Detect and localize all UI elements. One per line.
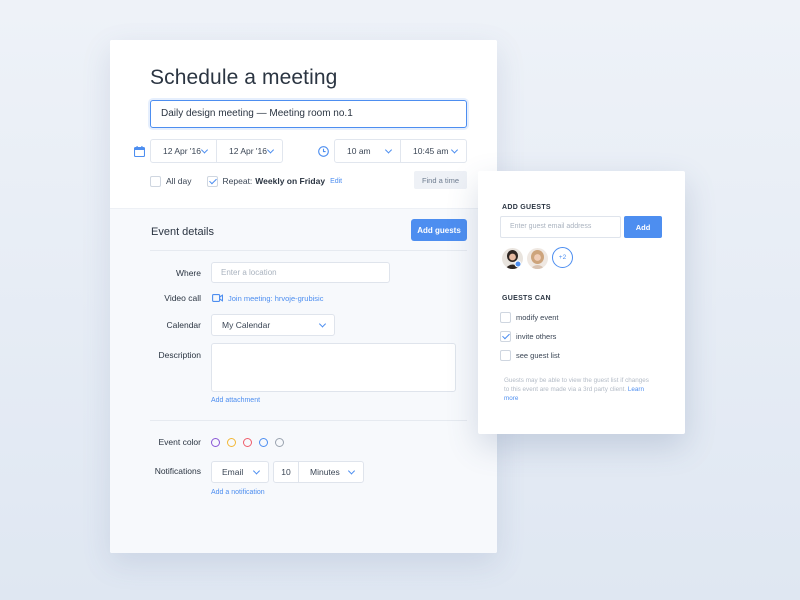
start-date-value: 12 Apr '16 [163, 146, 202, 156]
event-color-label: Event color [158, 437, 201, 447]
chevron-down-icon [252, 467, 261, 475]
video-call-label: Video call [164, 293, 201, 303]
avatar[interactable] [502, 248, 523, 269]
all-day-checkbox[interactable] [150, 175, 161, 187]
repeat-option: Repeat: Weekly on Friday Edit [206, 175, 342, 187]
video-camera-icon [212, 294, 223, 302]
calendar-value: My Calendar [222, 320, 271, 330]
guest-photo-2 [527, 248, 548, 269]
permission-modify-event[interactable]: modify event [500, 312, 559, 323]
description-label: Description [158, 350, 201, 360]
start-time-select[interactable]: 10 am [335, 140, 400, 162]
end-time-select[interactable]: 10:45 am [400, 140, 466, 162]
permission-label: see guest list [516, 351, 560, 360]
event-color-option[interactable] [259, 438, 268, 447]
options-row: All day Repeat: Weekly on Friday Edit [150, 174, 342, 188]
add-guests-heading: ADD GUESTS [502, 204, 551, 211]
notification-type-value: Email [222, 467, 244, 477]
calendar-label: Calendar [166, 320, 202, 330]
event-color-option[interactable] [275, 438, 284, 447]
permission-see-guest-list[interactable]: see guest list [500, 350, 560, 361]
event-color-option[interactable] [243, 438, 252, 447]
invite-others-checkbox[interactable] [500, 331, 511, 342]
find-time-button[interactable]: Find a time [414, 171, 467, 189]
page-title: Schedule a meeting [150, 66, 338, 89]
schedule-meeting-card: Schedule a meeting Daily design meeting … [110, 40, 497, 553]
chevron-down-icon [318, 320, 327, 328]
guests-can-heading: GUESTS CAN [502, 295, 551, 302]
notification-unit-select[interactable]: Minutes [299, 462, 363, 482]
event-color-option[interactable] [211, 438, 220, 447]
chevron-down-icon [200, 146, 209, 154]
section-title: Event details [151, 226, 214, 238]
divider [150, 250, 467, 251]
edit-repeat-link[interactable]: Edit [330, 178, 342, 185]
chevron-down-icon [384, 146, 393, 154]
event-color-option[interactable] [227, 438, 236, 447]
avatar[interactable] [527, 248, 548, 269]
add-attachment-link[interactable]: Add attachment [211, 397, 260, 404]
add-guests-popup: ADD GUESTS Enter guest email address Add… [478, 171, 685, 434]
calendar-select[interactable]: My Calendar [211, 314, 335, 336]
chevron-down-icon [266, 146, 275, 154]
repeat-checkbox[interactable] [206, 175, 218, 187]
notifications-label: Notifications [154, 466, 201, 476]
add-guests-button[interactable]: Add guests [411, 219, 467, 241]
permission-label: modify event [516, 313, 559, 322]
start-time-value: 10 am [347, 146, 371, 156]
calendar-icon [134, 146, 145, 157]
description-textarea[interactable] [211, 343, 456, 392]
event-title-input[interactable]: Daily design meeting — Meeting room no.1 [150, 100, 467, 128]
guest-list-note: Guests may be able to view the guest lis… [504, 376, 654, 403]
all-day-label: All day [166, 176, 192, 186]
add-notification-link[interactable]: Add a notification [211, 489, 265, 496]
notification-unit-value: Minutes [310, 467, 340, 477]
date-range: 12 Apr '16 12 Apr '16 [150, 139, 283, 163]
where-label: Where [175, 268, 201, 278]
end-date-value: 12 Apr '16 [229, 146, 268, 156]
modify-event-checkbox[interactable] [500, 312, 511, 323]
clock-icon [318, 146, 329, 157]
permission-label: invite others [516, 332, 557, 341]
start-date-select[interactable]: 12 Apr '16 [151, 140, 216, 162]
notification-amount-input[interactable]: 10 [274, 462, 299, 482]
chevron-down-icon [347, 467, 356, 475]
time-range: 10 am 10:45 am [334, 139, 467, 163]
divider [150, 420, 467, 421]
more-guests-badge[interactable]: +2 [552, 247, 573, 268]
add-guest-button[interactable]: Add [624, 216, 662, 238]
notification-time-group: 10 Minutes [273, 461, 364, 483]
end-date-select[interactable]: 12 Apr '16 [216, 140, 282, 162]
see-guest-list-checkbox[interactable] [500, 350, 511, 361]
end-time-value: 10:45 am [413, 146, 449, 156]
join-meeting-link[interactable]: Join meeting: hrvoje-grubisic [228, 294, 323, 303]
permission-invite-others[interactable]: invite others [500, 331, 556, 342]
guest-photo-1 [502, 248, 523, 269]
repeat-value: Weekly on Friday [255, 176, 326, 186]
location-input[interactable]: Enter a location [211, 262, 390, 283]
guest-email-input[interactable]: Enter guest email address [500, 216, 621, 238]
chevron-down-icon [450, 146, 459, 154]
repeat-label: Repeat: [222, 176, 253, 186]
notification-type-select[interactable]: Email [211, 461, 269, 483]
